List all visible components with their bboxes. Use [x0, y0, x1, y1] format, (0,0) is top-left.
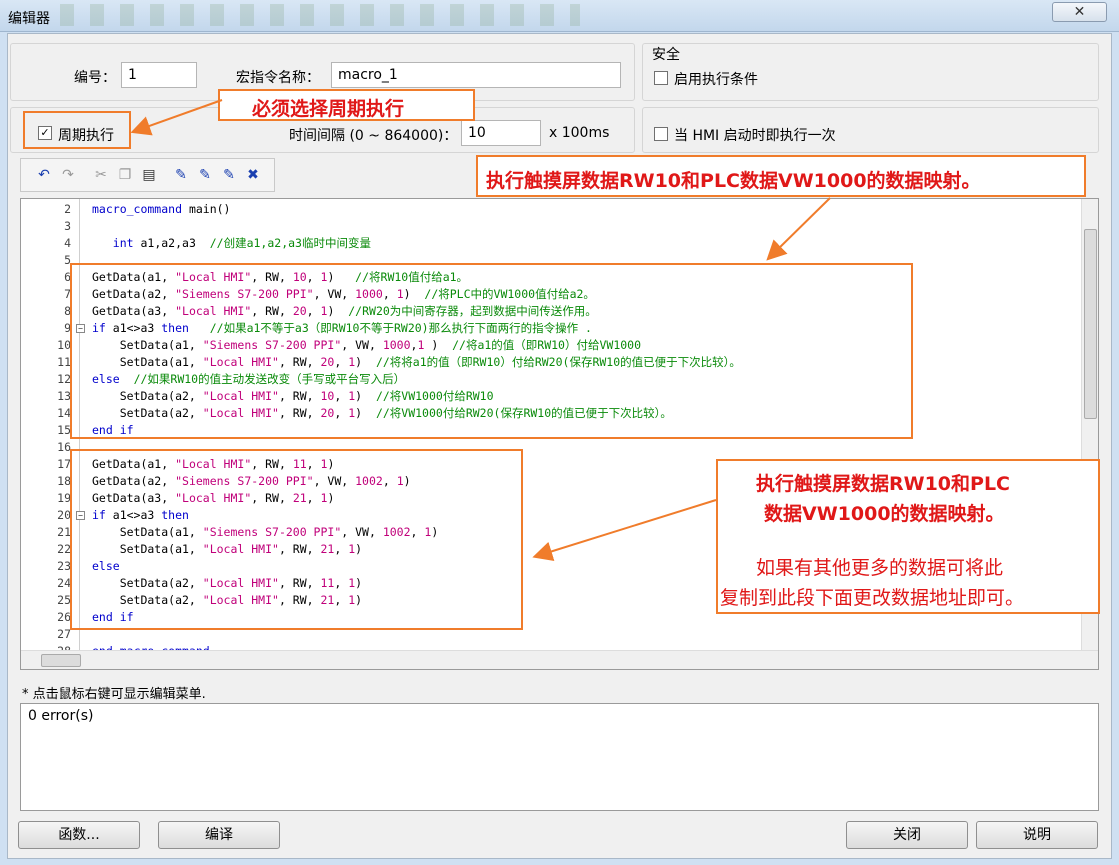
- annotation-side-line-3: 如果有其他更多的数据可将此: [756, 557, 1004, 579]
- close-button[interactable]: 关闭: [846, 821, 968, 849]
- delete-icon[interactable]: ✖: [245, 167, 261, 183]
- line-number: 22: [57, 542, 71, 556]
- interval-label: 时间间隔 (0 ~ 864000)：: [289, 128, 458, 144]
- code-block-highlight-1: [70, 263, 913, 439]
- window-close-button[interactable]: ✕: [1052, 2, 1107, 22]
- line-number: 21: [57, 525, 71, 539]
- interval-unit: x 100ms: [549, 125, 610, 141]
- line-number: 8: [64, 304, 71, 318]
- line-number: 20: [57, 508, 71, 522]
- background-toolbar-blur: [60, 4, 580, 26]
- line-number: 5: [64, 253, 71, 267]
- code-line: 4 int a1,a2,a3 //创建a1,a2,a3临时中间变量: [21, 235, 1081, 252]
- title-bar: 编辑器 ✕: [0, 0, 1119, 32]
- enable-condition-label: 启用执行条件: [674, 72, 758, 88]
- line-number: 16: [57, 440, 71, 454]
- horizontal-scroll-thumb[interactable]: [41, 654, 81, 667]
- periodic-label: 周期执行: [58, 128, 114, 144]
- line-number: 6: [64, 270, 71, 284]
- insert-icon[interactable]: ✎: [173, 167, 189, 183]
- line-number: 10: [57, 338, 71, 352]
- code-line: 2 macro_command main(): [21, 201, 1081, 218]
- window-title: 编辑器: [8, 11, 50, 27]
- output-text: 0 error(s): [28, 708, 94, 724]
- line-number: 11: [57, 355, 71, 369]
- code-line: 3: [21, 218, 1081, 235]
- line-number: 13: [57, 389, 71, 403]
- line-number: 4: [64, 236, 71, 250]
- line-number: 7: [64, 287, 71, 301]
- code-text: macro_command main(): [92, 202, 231, 216]
- enable-condition-checkbox[interactable]: [654, 71, 668, 85]
- security-title: 安全: [652, 47, 680, 63]
- copy-icon[interactable]: ❐: [117, 167, 133, 183]
- line-number: 2: [64, 202, 71, 216]
- line-number: 17: [57, 457, 71, 471]
- line-number: 14: [57, 406, 71, 420]
- id-field[interactable]: 1: [121, 62, 197, 88]
- cut-icon[interactable]: ✂: [93, 167, 109, 183]
- run-once-label: 当 HMI 启动时即执行一次: [674, 128, 836, 144]
- line-number: 18: [57, 474, 71, 488]
- functions-button[interactable]: 函数...: [18, 821, 140, 849]
- line-number: 27: [57, 627, 71, 641]
- horizontal-scrollbar[interactable]: [21, 650, 1098, 669]
- line-number: 23: [57, 559, 71, 573]
- line-number: 12: [57, 372, 71, 386]
- paste-icon[interactable]: ▤: [141, 167, 157, 183]
- line-number: 19: [57, 491, 71, 505]
- periodic-checkbox[interactable]: ✓: [38, 126, 52, 140]
- editor-toolbar: ↶ ↷ ✂ ❐ ▤ ✎ ✎ ✎ ✖: [20, 158, 275, 192]
- compile-button[interactable]: 编译: [158, 821, 280, 849]
- annotation-mapping-top-text: 执行触摸屏数据RW10和PLC数据VW1000的数据映射。: [486, 170, 981, 192]
- annotation-mapping-side: 执行触摸屏数据RW10和PLC 数据VW1000的数据映射。 如果有其他更多的数…: [716, 459, 1100, 614]
- macro-name-field[interactable]: macro_1: [331, 62, 621, 88]
- annotation-side-line-1: 执行触摸屏数据RW10和PLC: [756, 473, 1011, 495]
- annotation-must-select: 必须选择周期执行: [218, 89, 475, 121]
- run-once-checkbox[interactable]: [654, 127, 668, 141]
- id-label: 编号：: [74, 70, 116, 86]
- help-button[interactable]: 说明: [976, 821, 1098, 849]
- redo-icon[interactable]: ↷: [60, 167, 76, 183]
- code-text: int a1,a2,a3 //创建a1,a2,a3临时中间变量: [112, 236, 371, 250]
- context-menu-hint: * 点击鼠标右键可显示编辑菜单.: [22, 687, 206, 702]
- line-number: 26: [57, 610, 71, 624]
- line-number: 15: [57, 423, 71, 437]
- output-panel: 0 error(s): [20, 703, 1099, 811]
- annotation-side-line-2: 数据VW1000的数据映射。: [764, 503, 1005, 525]
- vertical-scroll-thumb[interactable]: [1084, 229, 1097, 419]
- macro-name-label: 宏指令名称：: [236, 70, 320, 86]
- interval-field[interactable]: 10: [461, 120, 541, 146]
- line-number: 3: [64, 219, 71, 233]
- line-number: 9: [64, 321, 71, 335]
- annotation-mapping-top: 执行触摸屏数据RW10和PLC数据VW1000的数据映射。: [476, 155, 1086, 197]
- code-block-highlight-2: [70, 449, 523, 630]
- line-number: 24: [57, 576, 71, 590]
- replace-icon[interactable]: ✎: [221, 167, 237, 183]
- find-icon[interactable]: ✎: [197, 167, 213, 183]
- annotation-side-line-4: 复制到此段下面更改数据地址即可。: [720, 587, 1025, 609]
- undo-icon[interactable]: ↶: [36, 167, 52, 183]
- annotation-must-select-text: 必须选择周期执行: [252, 98, 405, 120]
- line-number: 25: [57, 593, 71, 607]
